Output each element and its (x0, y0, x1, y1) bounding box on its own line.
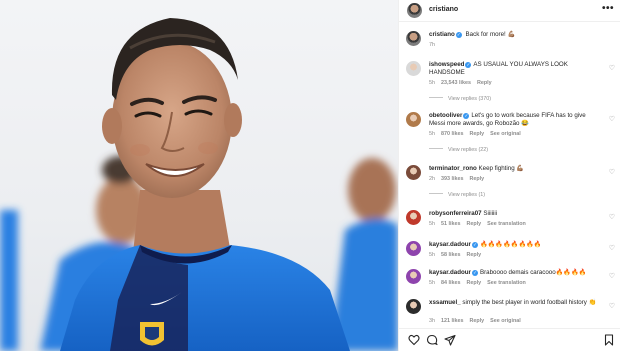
comment-body: robysonferreira07 Siiiiiii (429, 210, 601, 218)
verified-icon: ✓ (465, 62, 472, 68)
comment-like-icon[interactable]: ♡ (609, 168, 615, 176)
comment-text: Siiiiiii (483, 210, 498, 217)
commenter-username[interactable]: kaysar.dadour (429, 241, 471, 248)
share-icon[interactable] (444, 334, 456, 346)
comment-likes[interactable]: 51 likes (441, 221, 460, 227)
comment-meta: 2h 393 likes Reply (429, 176, 490, 182)
author-username[interactable]: cristiano (429, 6, 458, 13)
comment-icon[interactable] (426, 334, 438, 346)
comment-meta: 5h 870 likes Reply See original (429, 131, 527, 137)
verified-icon: ✓ (463, 113, 470, 119)
bookmark-icon[interactable] (603, 334, 615, 346)
comment-body: obetooliver ✓ Let's go to work because FIF… (429, 112, 601, 128)
comment-likes[interactable]: 23,543 likes (441, 80, 471, 86)
view-replies-label: View replies (1) (448, 192, 486, 198)
comment-meta: 5h 51 likes Reply See translation (429, 221, 532, 227)
reply-button[interactable]: Reply (469, 318, 484, 324)
comment-like-icon[interactable]: ♡ (609, 64, 615, 72)
comment-meta: 5h 84 likes Reply See translation (429, 280, 532, 286)
reply-button[interactable]: Reply (469, 176, 484, 182)
translation-link[interactable]: See translation (487, 280, 526, 286)
commenter-username[interactable]: terminator_rono (429, 165, 477, 172)
commenter-username[interactable]: xssamuel_ (429, 299, 461, 306)
view-replies-link[interactable]: View replies (22) (429, 147, 488, 153)
reply-button[interactable]: Reply (466, 221, 481, 227)
commenter-username[interactable]: obetooliver (429, 112, 462, 119)
comment-likes[interactable]: 84 likes (441, 280, 460, 286)
comment-time: 5h (429, 280, 435, 286)
verified-icon: ✓ (471, 242, 478, 248)
comment-body: kaysar.dadour ✓ Braboooo demais caracooo🔥🔥… (429, 269, 601, 277)
verified-icon: ✓ (471, 270, 478, 276)
comment-time: 5h (429, 80, 435, 86)
comment-like-icon[interactable]: ♡ (609, 115, 615, 123)
comment-likes[interactable]: 870 likes (441, 131, 463, 137)
reply-button[interactable]: Reply (469, 131, 484, 137)
comment-meta: 5h 58 likes Reply (429, 252, 487, 258)
caption-author-avatar[interactable] (406, 31, 421, 46)
comment-likes[interactable]: 58 likes (441, 252, 460, 258)
comment-text: Keep fighting 💪🏽 (478, 165, 525, 172)
commenter-avatar[interactable] (406, 241, 421, 256)
commenter-avatar[interactable] (406, 269, 421, 284)
comment-text: 🔥🔥🔥🔥🔥🔥🔥🔥 (479, 241, 542, 248)
reply-button[interactable]: Reply (477, 80, 492, 86)
comment-body: ishowspeed ✓ AS USAUAL YOU ALWAYS LOOK HAN… (429, 61, 601, 77)
commenter-avatar[interactable] (406, 61, 421, 76)
post-header: cristiano ••• (399, 0, 620, 22)
heart-icon[interactable] (408, 334, 420, 346)
replies-divider (429, 193, 443, 194)
caption-author-username[interactable]: cristiano (429, 31, 455, 38)
replies-divider (429, 148, 443, 149)
comment-body: xssamuel_ simply the best player in worl… (429, 299, 601, 307)
comment-time: 3h (429, 318, 435, 324)
commenter-avatar[interactable] (406, 210, 421, 225)
reply-button[interactable]: Reply (466, 252, 481, 258)
comment-body: kaysar.dadour ✓ 🔥🔥🔥🔥🔥🔥🔥🔥 (429, 241, 601, 249)
comment-likes[interactable]: 393 likes (441, 176, 463, 182)
comment-like-icon[interactable]: ♡ (609, 302, 615, 310)
post-photo[interactable] (0, 0, 398, 351)
translation-link[interactable]: See original (490, 131, 521, 137)
replies-divider (429, 97, 443, 98)
comment-time: 5h (429, 252, 435, 258)
comment-like-icon[interactable]: ♡ (609, 244, 615, 252)
commenter-username[interactable]: kaysar.dadour (429, 269, 471, 276)
comments-pane: cristiano ••• cristiano ✓ Back for more! … (398, 0, 620, 351)
author-avatar[interactable] (407, 3, 422, 18)
commenter-avatar[interactable] (406, 165, 421, 180)
comment-text: simply the best player in world football… (462, 299, 597, 306)
comment-text: Braboooo demais caracooo🔥🔥🔥🔥 (479, 269, 587, 276)
comment-like-icon[interactable]: ♡ (609, 272, 615, 280)
comment-time: 5h (429, 131, 435, 137)
translation-link[interactable]: See translation (487, 221, 526, 227)
comment-meta: 3h 121 likes Reply See original (429, 318, 527, 324)
comment-meta: 5h 23,543 likes Reply (429, 80, 498, 86)
view-replies-label: View replies (370) (448, 96, 492, 102)
commenter-username[interactable]: robysonferreira07 (429, 210, 482, 217)
comment-like-icon[interactable]: ♡ (609, 213, 615, 221)
view-replies-link[interactable]: View replies (370) (429, 96, 491, 102)
commenter-avatar[interactable] (406, 112, 421, 127)
action-bar (399, 328, 620, 351)
caption-text: Back for more! 💪🏽 (465, 31, 516, 38)
view-replies-label: View replies (22) (448, 147, 489, 153)
commenter-avatar[interactable] (406, 299, 421, 314)
player-photo-illustration (0, 18, 398, 351)
comment-time: 5h (429, 221, 435, 227)
verified-icon: ✓ (455, 32, 462, 38)
more-options-icon[interactable]: ••• (602, 3, 614, 14)
translation-link[interactable]: See original (490, 318, 521, 324)
commenter-username[interactable]: ishowspeed (429, 61, 464, 68)
reply-button[interactable]: Reply (466, 280, 481, 286)
comment-body: terminator_rono Keep fighting 💪🏽 (429, 165, 601, 173)
view-replies-link[interactable]: View replies (1) (429, 192, 485, 198)
comment-time: 2h (429, 176, 435, 182)
caption-time: 7h (429, 42, 435, 48)
comment-likes[interactable]: 121 likes (441, 318, 463, 324)
